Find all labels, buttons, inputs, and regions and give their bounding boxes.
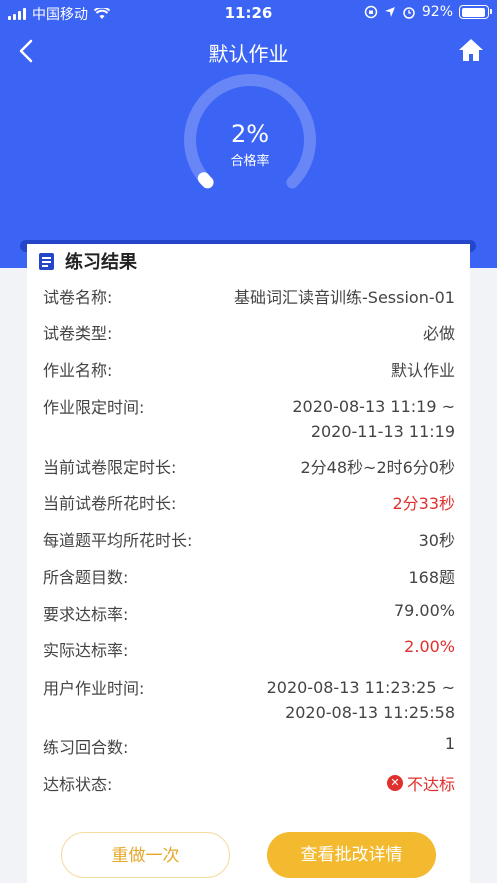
battery-percent: 92% (421, 4, 453, 20)
redo-button[interactable]: 重做一次 (61, 832, 230, 878)
view-details-button[interactable]: 查看批改详情 (267, 832, 436, 878)
result-card: 练习结果 试卷名称: 基础词汇读音训练-Session-01 试卷类型: 必做 … (27, 244, 470, 883)
pass-rate-value: 2% (230, 120, 270, 148)
page-title: 默认作业 (208, 42, 289, 66)
document-icon (39, 253, 54, 270)
nav-bar: 默认作业 (0, 30, 497, 74)
status-bar: 中国移动 11:26 92% (0, 0, 497, 26)
fail-icon: ✕ (386, 775, 403, 791)
home-icon[interactable] (457, 36, 485, 64)
card-title: 练习结果 (65, 252, 137, 273)
status-badge: 不达标 (406, 775, 455, 794)
pass-rate-label: 合格率 (230, 154, 270, 169)
battery-icon (459, 5, 492, 19)
alarm-icon (403, 7, 415, 19)
location-icon (384, 7, 395, 17)
rotation-lock-icon (364, 5, 378, 19)
